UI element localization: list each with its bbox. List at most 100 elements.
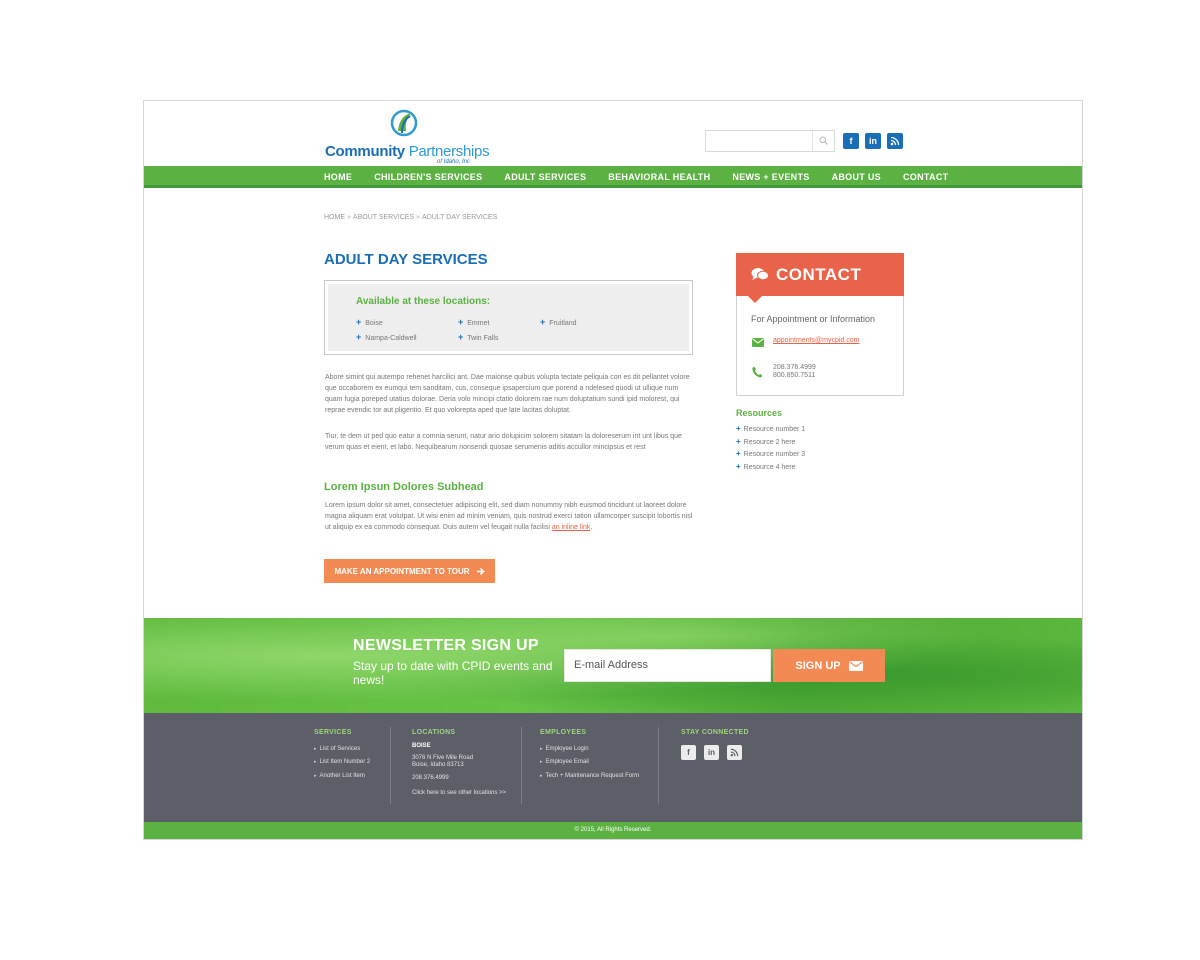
location-label: Twin Falls [467, 335, 499, 342]
footer-link[interactable]: ▸ List Item Number 2 [314, 756, 370, 769]
search-button[interactable] [812, 131, 834, 151]
caret-right-icon: ▸ [540, 746, 543, 752]
nav-item-home[interactable]: HOME [324, 172, 352, 182]
newsletter-subtitle: Stay up to date with CPID events and new… [353, 659, 553, 687]
resources-list: + Resource number 1 + Resource 2 here + Res… [736, 423, 805, 474]
logo-subtitle: of Idaho, Inc [437, 159, 471, 165]
footer-services-list: ▸ List of Services ▸ List Item Number 2 ▸ A… [314, 743, 370, 783]
footer-link[interactable]: ▸ Another List Item [314, 770, 370, 783]
page-frame: Community Partnerships of Idaho, Inc f i… [143, 100, 1083, 840]
resources-title: Resources [736, 408, 783, 418]
nav-item-adult-services[interactable]: ADULT SERVICES [504, 172, 586, 182]
contact-email-link[interactable]: appointments@mycpid.com [773, 337, 859, 344]
plus-icon: + [736, 449, 741, 459]
footer-link-label: List Item Number 2 [319, 759, 371, 766]
contact-header-notch [748, 296, 762, 303]
newsletter-signup-button[interactable]: SIGN UP [773, 649, 885, 682]
body-paragraph: Abore simint qui autempo rehenet harcili… [325, 374, 690, 414]
envelope-icon [752, 338, 764, 347]
location-label: Emmet [467, 320, 490, 327]
logo-mark-icon [390, 109, 418, 137]
plus-icon: + [458, 332, 464, 342]
caret-right-icon: ▸ [540, 772, 543, 779]
breadcrumb-home[interactable]: HOME [324, 214, 345, 221]
footer-link[interactable]: ▸ Employee Email [540, 756, 639, 769]
newsletter-section: NEWSLETTER SIGN UP Stay up to date with … [144, 618, 1082, 713]
resource-item[interactable]: + Resource 4 here [736, 461, 805, 474]
footer-link-label: Employee Login [545, 746, 589, 752]
resource-item[interactable]: + Resource number 1 [736, 423, 805, 436]
nav-item-behavioral-health[interactable]: BEHAVIORAL HEALTH [608, 172, 710, 182]
plus-icon: + [356, 332, 362, 342]
body-paragraph-text: Lorem ipsum dolor sit amet, consectetuer… [325, 502, 693, 531]
contact-header: CONTACT [736, 253, 904, 303]
location-item[interactable]: + Boise [356, 317, 383, 327]
footer: SERVICES ▸ List of Services ▸ List Item Nu… [144, 713, 1082, 822]
resource-item[interactable]: + Resource 2 here [736, 436, 805, 449]
footer-location-address-2: Boise, Idaho 83713 [412, 762, 464, 768]
footer-link-label: Another List Item [319, 772, 365, 779]
footer-link-label: Employee Email [545, 759, 589, 766]
resource-label: Resource number 1 [743, 426, 806, 433]
envelope-icon [848, 660, 863, 671]
contact-subtitle: For Appointment or Information [751, 314, 876, 324]
page-title: ADULT DAY SERVICES [324, 251, 488, 268]
footer-other-locations-link[interactable]: Click here to see other locations >> [412, 790, 506, 798]
nav-item-about-us[interactable]: ABOUT US [832, 172, 881, 182]
facebook-icon[interactable]: f [843, 133, 859, 149]
newsletter-title: NEWSLETTER SIGN UP [353, 637, 539, 654]
search-input[interactable] [706, 131, 812, 151]
contact-title: CONTACT [776, 265, 862, 284]
caret-right-icon: ▸ [314, 746, 317, 752]
rss-glyph [730, 748, 739, 757]
footer-location-phone[interactable]: 208.376.4999 [412, 775, 506, 783]
body-paragraph-end: . [590, 524, 593, 531]
inline-link[interactable]: an inline link [552, 524, 591, 531]
contact-phone-1[interactable]: 208.376.4999 [773, 364, 816, 372]
rss-icon[interactable] [887, 133, 903, 149]
contact-phones: 208.376.4999 800.850.7511 [773, 364, 816, 380]
caret-right-icon: ▸ [540, 759, 543, 766]
linkedin-icon[interactable]: in [865, 133, 881, 149]
contact-phone-2[interactable]: 800.850.7511 [773, 372, 816, 380]
nav-item-contact[interactable]: CONTACT [903, 172, 948, 182]
caret-right-icon: ▸ [314, 772, 317, 779]
breadcrumb-separator: » [347, 214, 351, 221]
make-appointment-button[interactable]: MAKE AN APPOINTMENT TO TOUR [324, 559, 495, 583]
resource-item[interactable]: + Resource number 3 [736, 448, 805, 461]
breadcrumb: HOME» ABOUT SERVICES» ADULT DAY SERVICES [324, 214, 497, 221]
nav-item-news-events[interactable]: NEWS + EVENTS [732, 172, 809, 182]
main-nav: HOME CHILDREN'S SERVICES ADULT SERVICES … [144, 166, 1082, 188]
plus-icon: + [736, 436, 741, 446]
plus-icon: + [356, 317, 362, 327]
breadcrumb-separator: » [416, 214, 421, 221]
footer-location-city: BOISE [412, 743, 431, 749]
footer-link[interactable]: ▸ Employee Login [540, 743, 639, 756]
footer-location-address-1: 3076 N Five Mile Road [412, 754, 474, 761]
linkedin-icon[interactable]: in [704, 745, 719, 760]
location-item[interactable]: + Emmet [458, 317, 489, 327]
footer-location: BOISE 3076 N Five Mile Road Boise, Idaho… [412, 743, 506, 798]
plus-icon: + [540, 317, 546, 327]
footer-divider [658, 727, 659, 804]
logo[interactable]: Community Partnerships of Idaho, Inc [325, 109, 495, 165]
footer-link-label: List of Services [319, 746, 361, 752]
arrow-right-icon [476, 567, 485, 575]
footer-services-title: SERVICES [314, 729, 352, 736]
nav-item-childrens-services[interactable]: CHILDREN'S SERVICES [374, 172, 482, 182]
footer-locations-title: LOCATIONS [412, 729, 456, 736]
location-item[interactable]: + Twin Falls [458, 332, 498, 342]
newsletter-email-input[interactable]: E-mail Address [564, 649, 771, 682]
location-item[interactable]: + Nampa-Caldwell [356, 332, 417, 342]
breadcrumb-about-services[interactable]: ABOUT SERVICES [353, 214, 414, 221]
rss-icon[interactable] [727, 745, 742, 760]
body-paragraph: Lorem ipsum dolor sit amet, consectetuer… [325, 500, 695, 533]
facebook-icon[interactable]: f [681, 745, 696, 760]
logo-name-1: Community [325, 143, 405, 160]
make-appointment-label: MAKE AN APPOINTMENT TO TOUR [334, 566, 470, 576]
location-item[interactable]: + Fruitland [540, 317, 577, 327]
footer-connected-title: STAY CONNECTED [681, 729, 749, 736]
footer-link[interactable]: ▸ Tech + Maintenance Request Form [540, 770, 639, 783]
chat-icon [751, 268, 769, 281]
footer-link[interactable]: ▸ List of Services [314, 743, 370, 756]
